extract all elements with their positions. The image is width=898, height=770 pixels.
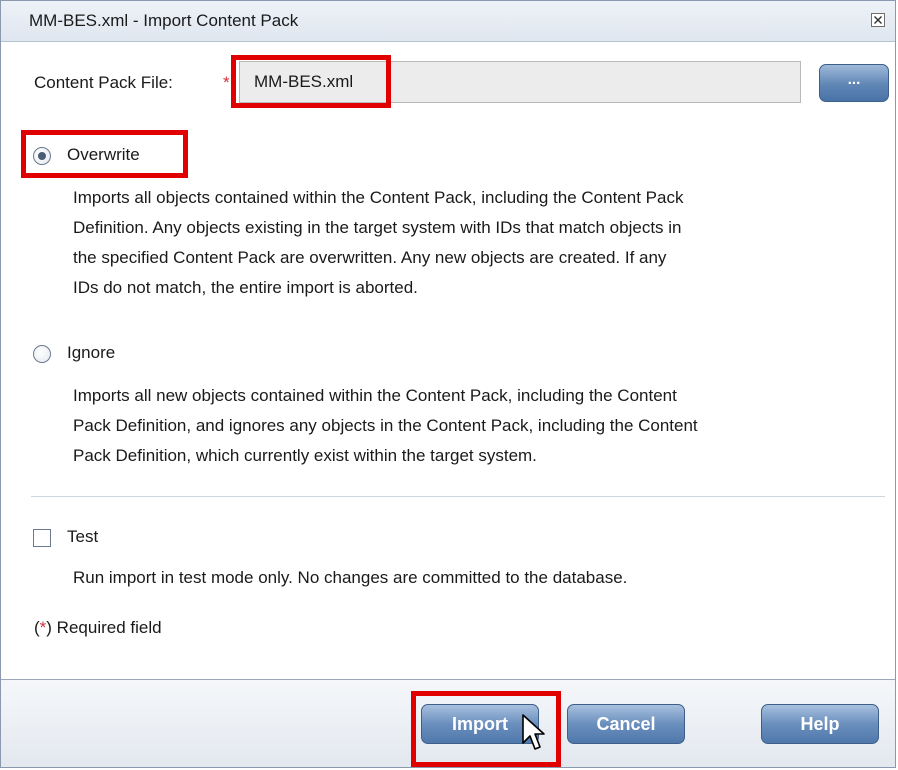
mouse-pointer-icon — [522, 714, 545, 750]
description-line: Imports all new objects contained within… — [73, 386, 677, 405]
description-line: Pack Definition, and ignores any objects… — [73, 416, 698, 435]
cancel-button[interactable]: Cancel — [567, 704, 685, 744]
test-label[interactable]: Test — [67, 527, 98, 547]
ignore-label[interactable]: Ignore — [67, 343, 115, 363]
required-marker: * — [223, 73, 230, 92]
section-divider — [31, 496, 885, 497]
description-line: Definition. Any objects existing in the … — [73, 218, 682, 237]
browse-button[interactable]: ... — [819, 64, 889, 102]
help-button[interactable]: Help — [761, 704, 879, 744]
test-checkbox[interactable] — [33, 529, 51, 547]
import-content-pack-dialog: MM-BES.xml - Import Content Pack Content… — [0, 0, 896, 768]
button-bar: Import Cancel Help — [1, 679, 895, 767]
close-icon — [874, 16, 882, 24]
overwrite-radio[interactable] — [33, 147, 51, 165]
description-line: Imports all objects contained within the… — [73, 188, 684, 207]
window-title: MM-BES.xml - Import Content Pack — [29, 11, 299, 30]
ignore-description: Imports all new objects contained within… — [73, 381, 873, 471]
overwrite-label[interactable]: Overwrite — [67, 145, 140, 165]
required-field-note: (*) Required field — [34, 618, 162, 638]
close-button[interactable] — [871, 13, 885, 27]
content-pack-file-label: Content Pack File: — [34, 73, 173, 92]
overwrite-description: Imports all objects contained within the… — [73, 183, 873, 303]
required-note-text: ) Required field — [46, 618, 162, 637]
ignore-radio[interactable] — [33, 345, 51, 363]
description-line: IDs do not match, the entire import is a… — [73, 278, 418, 297]
test-description: Run import in test mode only. No changes… — [73, 568, 628, 587]
title-bar: MM-BES.xml - Import Content Pack — [1, 1, 895, 42]
content-pack-file-input[interactable] — [239, 61, 801, 103]
description-line: Pack Definition, which currently exist w… — [73, 446, 537, 465]
description-line: the specified Content Pack are overwritt… — [73, 248, 667, 267]
radio-selected-dot — [38, 152, 46, 160]
